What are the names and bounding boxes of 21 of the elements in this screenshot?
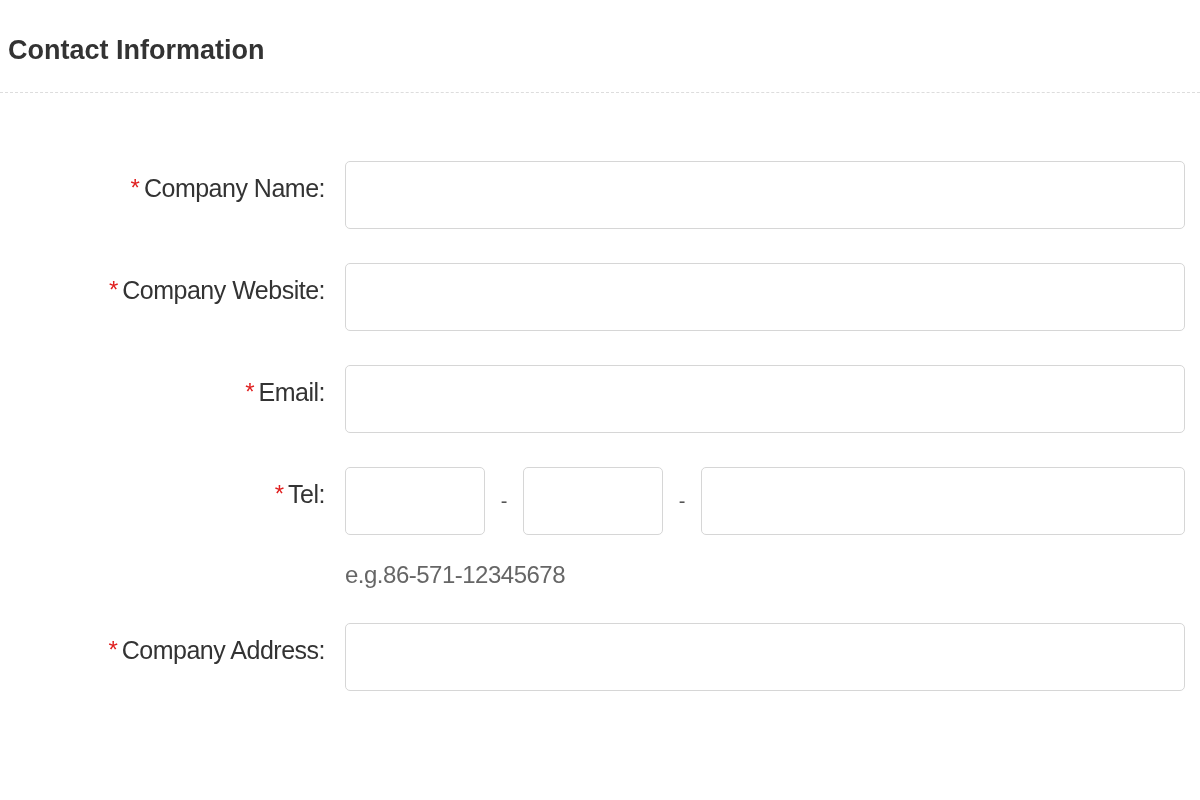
separator: - <box>499 489 509 513</box>
input-field[interactable] <box>701 467 1185 535</box>
required-mark: * <box>274 480 285 508</box>
input-field[interactable] <box>345 263 1185 331</box>
field-label: Company Name: <box>143 173 325 203</box>
field-label: Company Address: <box>121 635 325 665</box>
section-title: Contact Information <box>7 34 266 67</box>
field-label: Email: <box>258 377 325 407</box>
hint-text: e.g.86-571-12345678 <box>345 561 567 589</box>
input-field[interactable] <box>345 623 1185 691</box>
input-field[interactable] <box>523 467 663 535</box>
input-field[interactable] <box>345 467 485 535</box>
separator: - <box>677 489 687 513</box>
field-label: Tel: <box>288 479 325 509</box>
input-field[interactable] <box>345 365 1185 433</box>
input-field[interactable] <box>345 161 1185 229</box>
required-mark: * <box>130 174 140 202</box>
required-mark: * <box>108 276 119 304</box>
required-mark: * <box>245 378 255 406</box>
required-mark: * <box>108 636 118 664</box>
field-label: Company Website: <box>122 275 325 305</box>
